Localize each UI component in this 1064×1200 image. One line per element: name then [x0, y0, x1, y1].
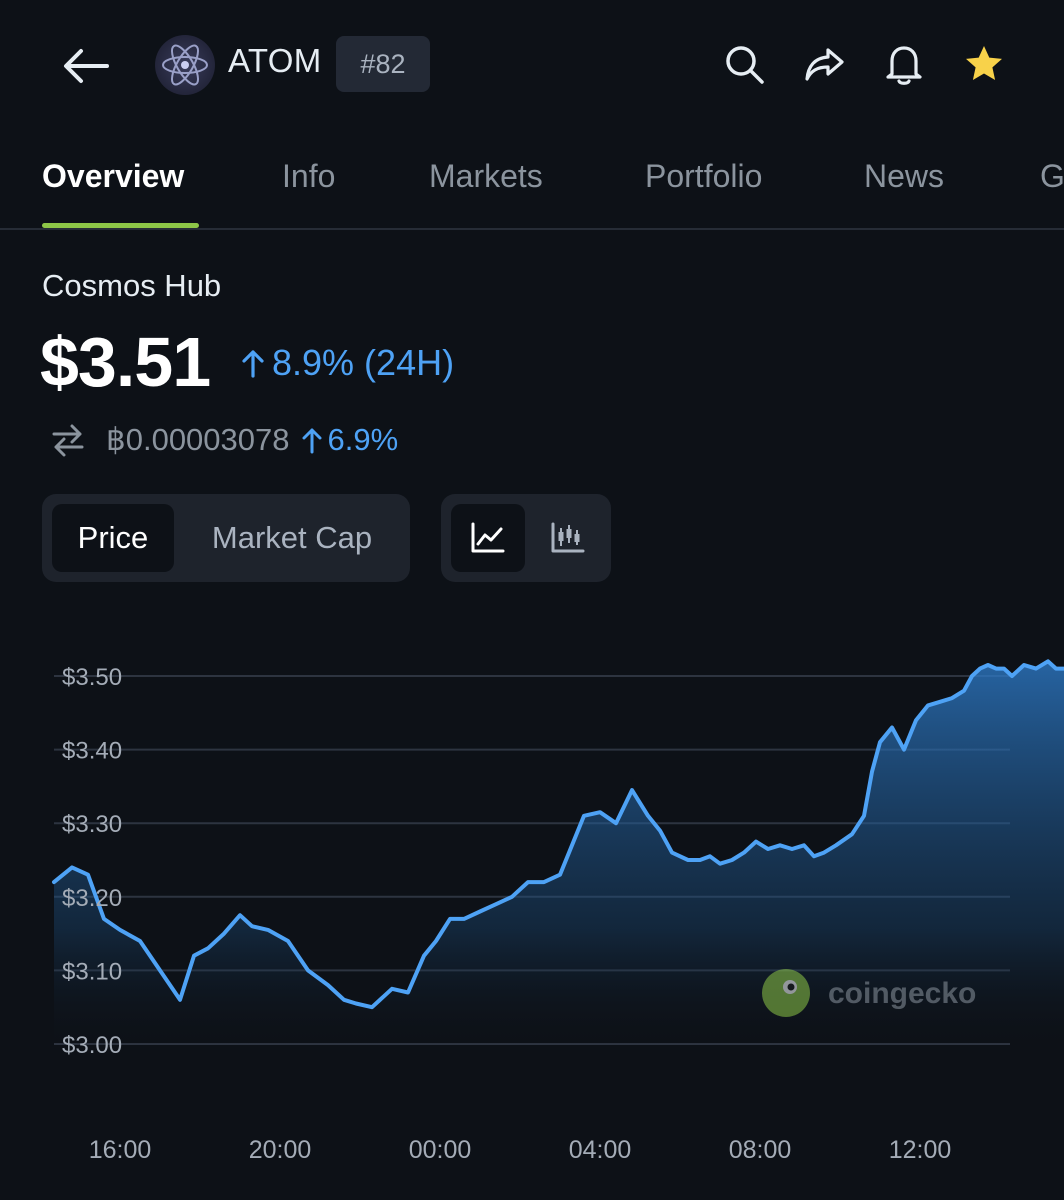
tab-markets[interactable]: Markets	[429, 158, 543, 195]
bell-icon	[886, 46, 922, 85]
tab-portfolio[interactable]: Portfolio	[645, 158, 762, 195]
btc-change: 6.9%	[300, 422, 399, 458]
app-header: ATOM #82	[0, 0, 1064, 130]
line-chart-icon	[471, 522, 505, 553]
share-button[interactable]	[800, 40, 848, 88]
alert-button[interactable]	[880, 40, 928, 88]
coingecko-watermark: coingecko	[762, 969, 976, 1017]
star-icon	[966, 46, 1002, 80]
price-toggle-button[interactable]: Price	[52, 504, 174, 572]
cosmos-logo-icon	[162, 44, 208, 86]
y-tick-label: $3.10	[62, 958, 122, 985]
swap-icon	[52, 424, 84, 457]
tab-bar: Overview Info Markets Portfolio News G	[0, 140, 1064, 230]
coin-symbol: ATOM	[228, 42, 322, 79]
y-tick-label: $3.40	[62, 738, 122, 765]
price-usd: $3.51	[40, 323, 211, 401]
x-tick-label: 12:00	[889, 1136, 952, 1164]
candlestick-chart-button[interactable]	[533, 504, 603, 572]
share-icon	[805, 48, 844, 81]
watermark-text: coingecko	[828, 977, 976, 1010]
chart-type-toggle	[441, 494, 611, 582]
btc-price-row: ฿0.00003078 6.9%	[50, 418, 398, 462]
tab-info[interactable]: Info	[282, 158, 335, 195]
tab-more[interactable]: G	[1040, 158, 1064, 195]
x-tick-label: 04:00	[569, 1136, 632, 1164]
btc-change-value: 6.9%	[327, 422, 399, 457]
search-button[interactable]	[720, 40, 768, 88]
x-tick-label: 16:00	[89, 1136, 152, 1164]
arrow-up-icon	[302, 428, 322, 454]
tab-overview[interactable]: Overview	[42, 158, 184, 195]
x-tick-label: 20:00	[249, 1136, 312, 1164]
x-tick-label: 00:00	[409, 1136, 472, 1164]
y-tick-label: $3.50	[62, 664, 122, 691]
favorite-button[interactable]	[960, 40, 1008, 88]
price-chart[interactable]: $3.50 $3.40 $3.30 $3.20 $3.10 $3.00 16:00 20:0…	[0, 620, 1064, 1200]
y-tick-label: $3.30	[62, 811, 122, 838]
candlestick-chart-icon	[551, 522, 585, 553]
coin-logo	[155, 35, 215, 95]
x-tick-label: 08:00	[729, 1136, 792, 1164]
btc-price: ฿0.00003078	[106, 422, 290, 457]
coin-name: Cosmos Hub	[42, 268, 222, 303]
line-chart-button[interactable]	[451, 504, 525, 572]
change-24h-value: 8.9% (24H)	[272, 342, 455, 383]
tab-active-indicator	[42, 223, 199, 228]
back-arrow-icon	[64, 49, 109, 83]
search-icon	[726, 46, 764, 84]
tab-news[interactable]: News	[864, 158, 944, 195]
y-tick-label: $3.00	[62, 1032, 122, 1059]
back-button[interactable]	[58, 40, 114, 92]
rank-badge: #82	[336, 36, 430, 92]
metric-toggle: Price Market Cap	[42, 494, 410, 582]
market-cap-toggle-button[interactable]: Market Cap	[182, 504, 402, 572]
arrow-up-icon	[242, 350, 264, 378]
change-24h: 8.9% (24H)	[240, 342, 454, 384]
y-tick-label: $3.20	[62, 885, 122, 912]
